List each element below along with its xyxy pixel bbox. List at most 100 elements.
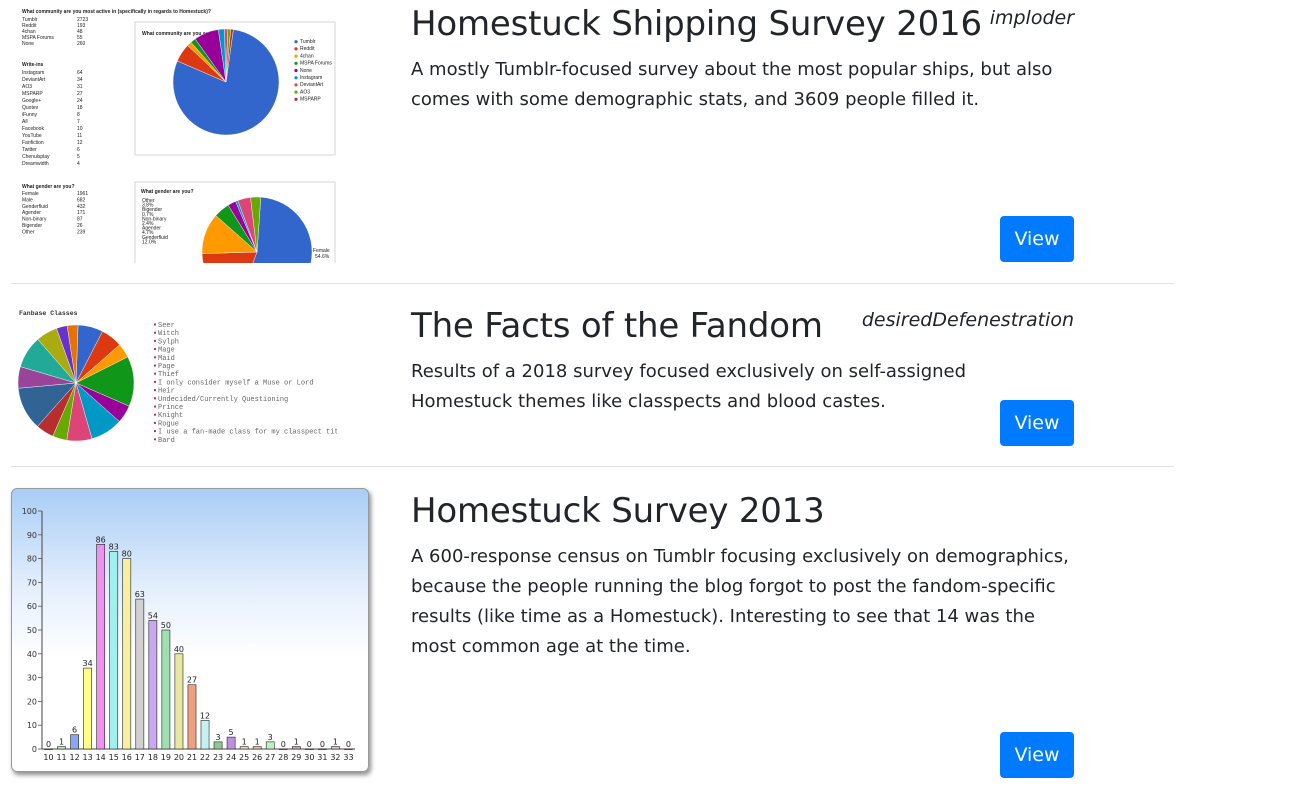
- legend-swatch: [294, 83, 298, 87]
- legend-label: Knight: [158, 412, 183, 420]
- x-tick-label: 27: [265, 753, 275, 762]
- legend-swatch: [154, 323, 156, 326]
- bar: [213, 741, 223, 750]
- data-label: 50: [161, 621, 171, 630]
- data-label: 0: [320, 740, 325, 749]
- bar: [226, 736, 236, 750]
- table-cell-value: 87: [77, 217, 83, 223]
- legend-swatch: [154, 331, 156, 334]
- data-label: 12: [200, 711, 210, 720]
- data-label: 1: [294, 738, 299, 747]
- table-cell-label: MSPARP: [22, 91, 43, 97]
- thumb1-writeins-table: Instagram 64DeviantArt 34AO3 31MSPARP 27Goog…: [22, 70, 83, 167]
- bar: [44, 748, 53, 750]
- thumb1-q2-table: Female 1961 Male 682 Genderfluid 432 Agender 17…: [22, 191, 88, 235]
- facts-of-fandom-thumbnail: Fanbase Classes Seer Witch Sylph Mage Maid Pa…: [17, 305, 337, 455]
- legend-label: None: [300, 68, 312, 74]
- y-tick-label: 20: [27, 697, 37, 706]
- legend-swatch: [154, 380, 156, 383]
- legend-swatch: [154, 348, 156, 351]
- entry-description: A mostly Tumblr-focused survey about the…: [411, 59, 1053, 110]
- x-tick-label: 26: [252, 753, 262, 762]
- table-cell-label: iFunny: [22, 112, 38, 118]
- x-tick-label: 11: [56, 753, 66, 762]
- y-tick-label: 50: [27, 626, 37, 635]
- thumb1-chart2-female-pct: 54.6%: [315, 254, 330, 260]
- legend-swatch: [154, 397, 156, 400]
- data-label: 3: [268, 733, 273, 742]
- legend-label: Page: [158, 363, 175, 371]
- x-tick-label: 22: [200, 753, 210, 762]
- legend-swatch: [294, 97, 298, 101]
- table-cell-value: 34: [77, 77, 83, 83]
- legend-label: MSPA Forums: [300, 61, 332, 67]
- x-tick-label: 10: [43, 753, 53, 762]
- table-cell-value: 18: [77, 105, 83, 111]
- x-tick-label: 18: [148, 753, 158, 762]
- x-tick-label: 17: [135, 753, 145, 762]
- legend-label: 4chan: [300, 53, 314, 59]
- bar: [291, 746, 301, 750]
- x-tick-label: 29: [291, 753, 301, 762]
- legend-label: I use a fan-made class for my classpect …: [158, 429, 337, 437]
- table-cell-label: YouTube: [22, 133, 42, 139]
- table-cell-value: 26: [77, 223, 83, 229]
- legend-label: Seer: [158, 322, 175, 330]
- entry-author: imploder: [989, 7, 1074, 29]
- legend-swatch: [154, 438, 156, 441]
- data-label: 1: [59, 738, 64, 747]
- data-label: 54: [148, 611, 158, 620]
- data-label: 0: [281, 740, 286, 749]
- bar: [187, 684, 197, 750]
- x-tick-label: 14: [96, 753, 106, 762]
- view-button[interactable]: View: [1000, 400, 1074, 446]
- table-cell-label: AO3: [22, 84, 32, 90]
- entry-title: Homestuck Survey 2013: [411, 491, 825, 531]
- legend-swatch: [294, 61, 298, 65]
- table-cell-label: All: [22, 119, 28, 125]
- legend-label: Prince: [158, 404, 183, 412]
- table-cell-label: Twitter: [22, 147, 37, 153]
- legend-swatch: [154, 364, 156, 367]
- table-cell-value: 4: [77, 161, 80, 167]
- data-label: 1: [255, 738, 260, 747]
- legend-swatch: [294, 47, 298, 51]
- entry-title: Homestuck Shipping Survey 2016: [411, 4, 982, 44]
- thumb1-chart1-pie: [172, 28, 280, 136]
- legend-label: Reddit: [300, 46, 315, 52]
- x-tick-label: 23: [213, 753, 223, 762]
- x-tick-label: 30: [304, 753, 314, 762]
- x-tick-label: 15: [109, 753, 119, 762]
- table-cell-label: Genderfluid: [22, 204, 48, 210]
- bar: [200, 720, 210, 750]
- x-tick-label: 25: [239, 753, 249, 762]
- data-label: 0: [346, 740, 351, 749]
- y-tick-label: 70: [27, 578, 37, 587]
- bar: [278, 748, 288, 750]
- data-label: 5: [229, 728, 234, 737]
- data-label: 0: [307, 740, 312, 749]
- view-button[interactable]: View: [1000, 216, 1074, 262]
- legend-label: Tumblr: [300, 39, 316, 45]
- survey-2016-thumbnail: What community are you most active in (s…: [11, 0, 337, 263]
- table-cell-label: Male: [22, 197, 33, 203]
- thumb1-q1-table: Tumblr 2723Reddit 1934chan 48MSPA Forums 55N…: [22, 17, 88, 47]
- thumb1-writeins-label: Write-ins: [22, 62, 44, 68]
- bar: [331, 746, 340, 750]
- bar: [174, 653, 184, 750]
- data-label: 86: [96, 535, 106, 544]
- table-cell-label: None: [22, 41, 34, 47]
- legend-swatch: [294, 90, 298, 94]
- bar: [122, 558, 132, 750]
- y-tick-label: 80: [27, 555, 37, 564]
- legend-swatch: [294, 76, 298, 80]
- view-button[interactable]: View: [1000, 732, 1074, 778]
- y-tick-label: 100: [22, 507, 37, 516]
- bar: [96, 544, 106, 750]
- legend-label: Heir: [158, 388, 175, 396]
- entry-author: desiredDefenestration: [861, 309, 1074, 331]
- thumb2-pie: [17, 324, 135, 442]
- table-cell-value: 24: [77, 98, 83, 104]
- data-label: 27: [187, 676, 197, 685]
- bar: [70, 734, 79, 750]
